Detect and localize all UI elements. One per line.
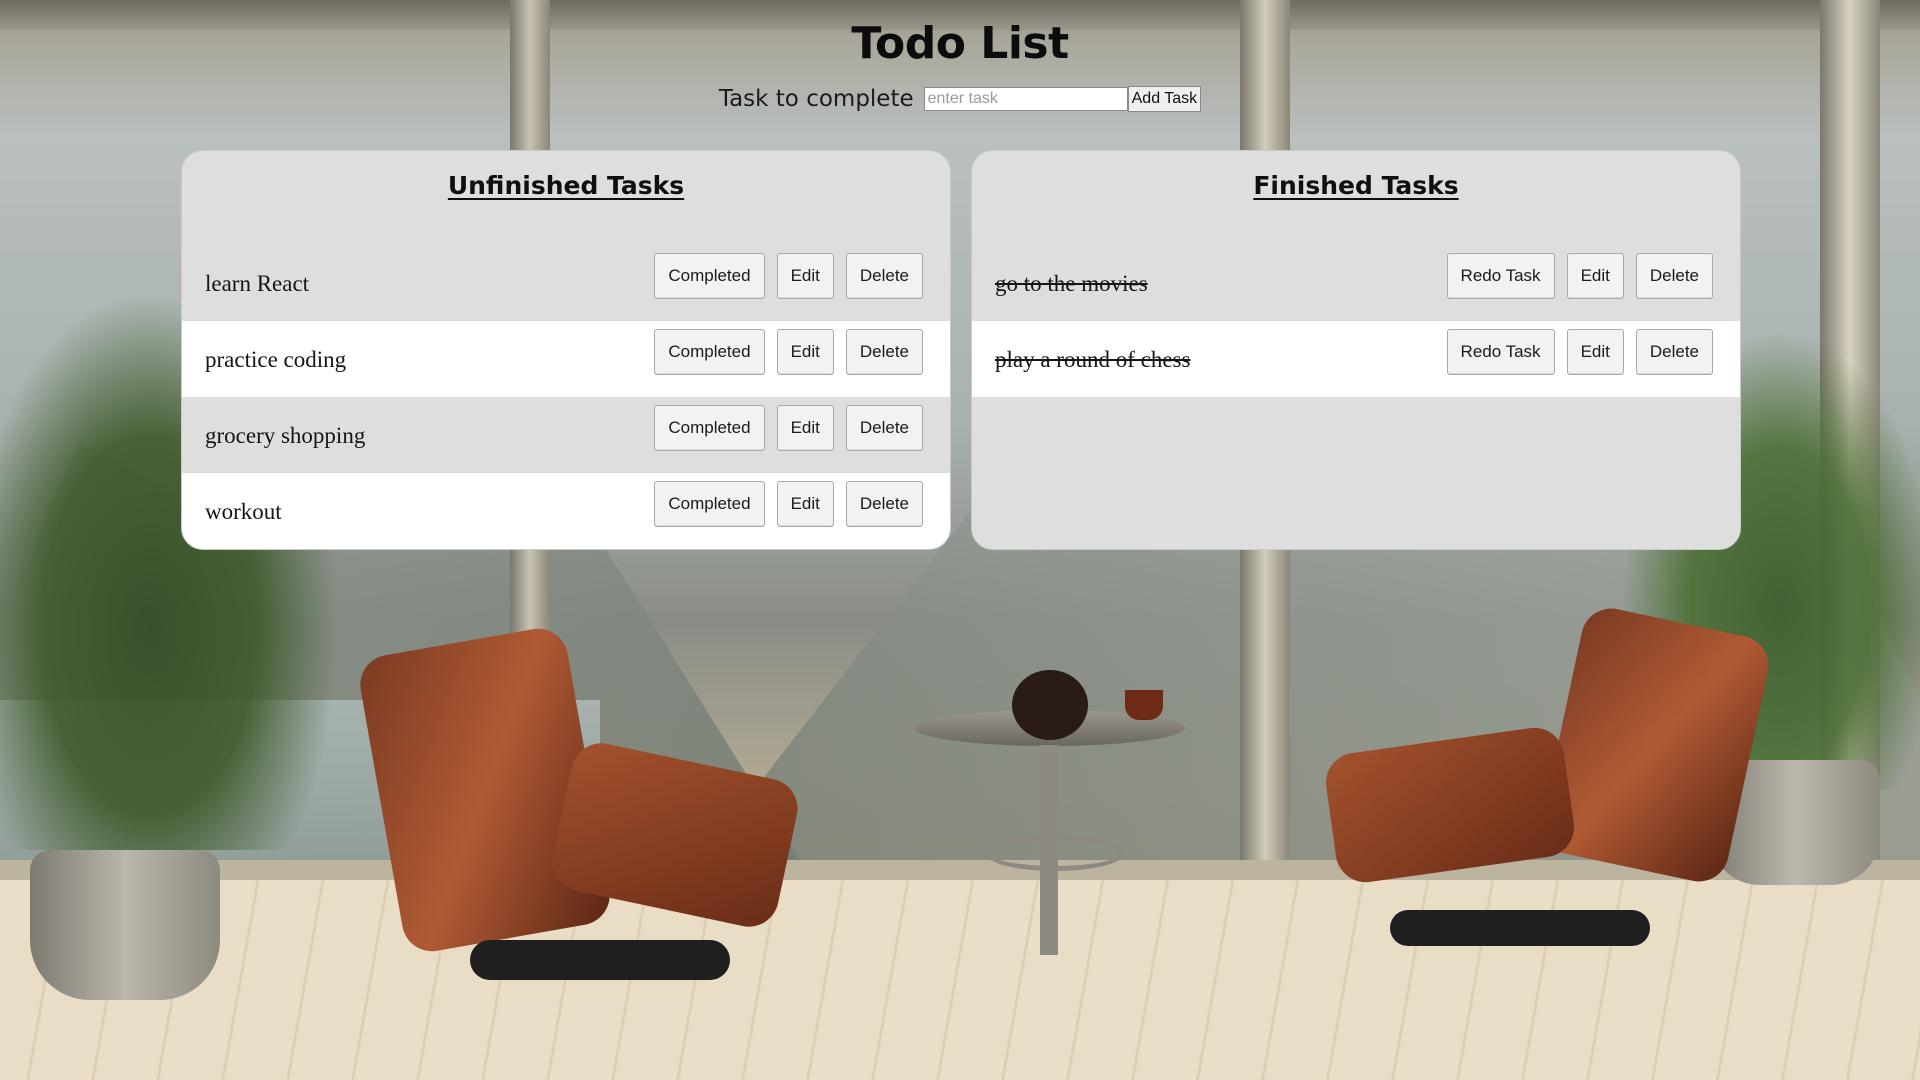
finished-task-list: go to the movies Redo Task Edit Delete p… [972,245,1740,397]
task-row: go to the movies Redo Task Edit Delete [972,245,1740,321]
task-row: learn React Completed Edit Delete [182,245,950,321]
finished-tasks-panel: Finished Tasks go to the movies Redo Tas… [971,150,1741,550]
task-row: play a round of chess Redo Task Edit Del… [972,321,1740,397]
delete-button[interactable]: Delete [845,481,923,527]
task-actions: Completed Edit Delete [654,253,923,299]
task-row: workout Completed Edit Delete [182,473,950,549]
add-task-button[interactable]: Add Task [1127,86,1202,112]
task-text: play a round of chess [995,347,1191,372]
edit-button[interactable]: Edit [776,405,834,451]
redo-task-button[interactable]: Redo Task [1446,253,1555,299]
task-actions: Redo Task Edit Delete [1446,329,1713,375]
edit-button[interactable]: Edit [776,481,834,527]
task-text: practice coding [205,347,347,372]
delete-button[interactable]: Delete [1635,253,1713,299]
task-text: workout [205,499,282,524]
completed-button[interactable]: Completed [654,405,765,451]
completed-button[interactable]: Completed [654,329,765,375]
task-text: learn React [205,271,310,296]
edit-button[interactable]: Edit [1566,253,1624,299]
delete-button[interactable]: Delete [845,405,923,451]
task-actions: Redo Task Edit Delete [1446,253,1713,299]
task-input[interactable] [923,87,1128,111]
edit-button[interactable]: Edit [776,253,834,299]
task-row: grocery shopping Completed Edit Delete [182,397,950,473]
finished-tasks-title: Finished Tasks [1253,171,1459,200]
todo-app: Todo List Task to complete Add Task Unfi… [0,0,1920,1080]
add-task-form: Task to complete Add Task [0,86,1920,112]
unfinished-task-list: learn React Completed Edit Delete practi… [182,245,950,549]
task-actions: Completed Edit Delete [654,481,923,527]
task-actions: Completed Edit Delete [654,405,923,451]
delete-button[interactable]: Delete [1635,329,1713,375]
edit-button[interactable]: Edit [1566,329,1624,375]
delete-button[interactable]: Delete [845,253,923,299]
completed-button[interactable]: Completed [654,253,765,299]
delete-button[interactable]: Delete [845,329,923,375]
task-row: practice coding Completed Edit Delete [182,321,950,397]
page-title: Todo List [851,18,1069,69]
edit-button[interactable]: Edit [776,329,834,375]
completed-button[interactable]: Completed [654,481,765,527]
unfinished-tasks-panel: Unfinished Tasks learn React Completed E… [181,150,951,550]
redo-task-button[interactable]: Redo Task [1446,329,1555,375]
unfinished-tasks-title: Unfinished Tasks [447,171,685,200]
task-actions: Completed Edit Delete [654,329,923,375]
task-text: grocery shopping [205,423,366,448]
add-task-label: Task to complete [718,86,914,112]
task-text: go to the movies [995,271,1148,296]
